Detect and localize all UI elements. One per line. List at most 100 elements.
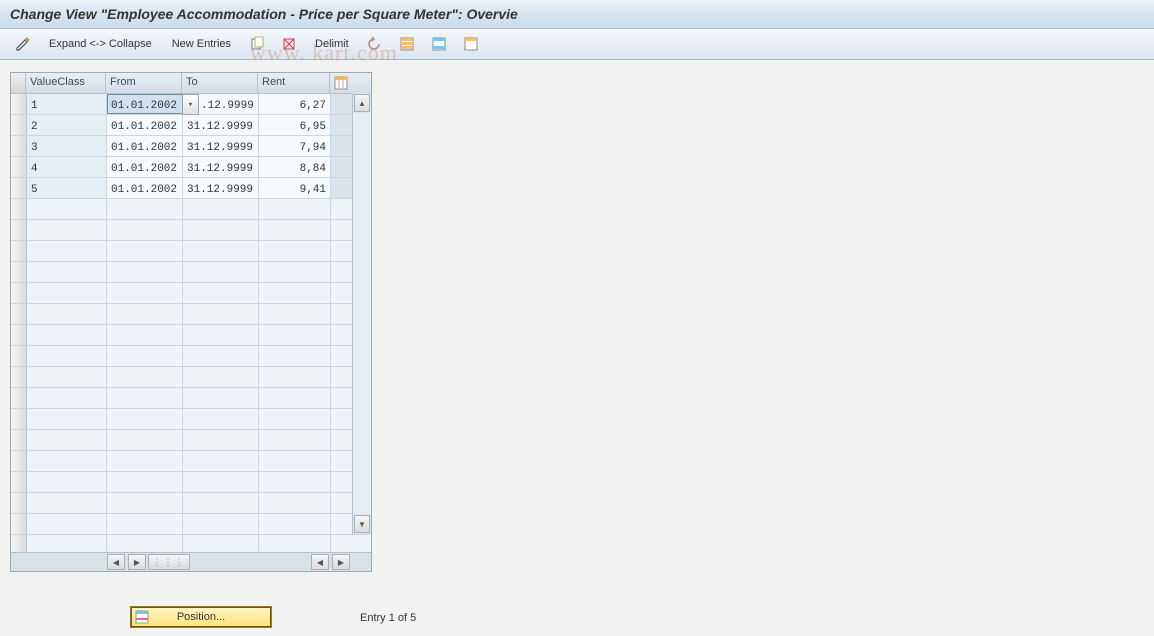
cell-to[interactable]: [183, 220, 259, 240]
position-button[interactable]: Position...: [130, 606, 272, 628]
cell-rent[interactable]: [259, 535, 331, 552]
cell-from[interactable]: 01.01.2002: [107, 157, 183, 177]
cell-rent[interactable]: [259, 451, 331, 471]
cell-rent[interactable]: [259, 199, 331, 219]
cell-to[interactable]: [183, 346, 259, 366]
cell-rent[interactable]: 9,41: [259, 178, 331, 198]
cell-valueclass[interactable]: [27, 514, 107, 534]
cell-rent[interactable]: [259, 367, 331, 387]
col-header-rent[interactable]: Rent: [258, 73, 330, 93]
cell-rent[interactable]: 6,95: [259, 115, 331, 135]
cell-valueclass[interactable]: 4: [27, 157, 107, 177]
row-selector[interactable]: [11, 493, 27, 513]
row-selector[interactable]: [11, 304, 27, 324]
cell-from[interactable]: [107, 535, 183, 552]
cell-to[interactable]: [183, 262, 259, 282]
vertical-scrollbar[interactable]: ▲ ▼: [352, 93, 371, 534]
scroll-left-button-2[interactable]: ◀: [311, 554, 329, 570]
cell-to[interactable]: [183, 451, 259, 471]
copy-button[interactable]: [242, 32, 272, 56]
row-selector[interactable]: [11, 430, 27, 450]
cell-from[interactable]: [107, 199, 183, 219]
cell-from[interactable]: [107, 304, 183, 324]
cell-from[interactable]: 01.01.2002: [107, 136, 183, 156]
col-header-from[interactable]: From: [106, 73, 182, 93]
cell-rent[interactable]: [259, 220, 331, 240]
cell-from[interactable]: [107, 346, 183, 366]
config-button[interactable]: [456, 32, 486, 56]
row-selector[interactable]: [11, 472, 27, 492]
cell-from[interactable]: [107, 388, 183, 408]
row-selector[interactable]: [11, 367, 27, 387]
cell-to[interactable]: [183, 304, 259, 324]
cell-valueclass[interactable]: [27, 472, 107, 492]
toggle-change-display-button[interactable]: [8, 32, 38, 56]
cell-valueclass[interactable]: [27, 451, 107, 471]
cell-to[interactable]: [183, 430, 259, 450]
cell-valueclass[interactable]: 5: [27, 178, 107, 198]
cell-valueclass[interactable]: [27, 220, 107, 240]
cell-from[interactable]: [107, 430, 183, 450]
cell-rent[interactable]: [259, 409, 331, 429]
row-selector[interactable]: [11, 325, 27, 345]
select-all-button[interactable]: [392, 32, 422, 56]
row-selector[interactable]: [11, 262, 27, 282]
cell-to[interactable]: [183, 472, 259, 492]
cell-from[interactable]: [107, 283, 183, 303]
delete-button[interactable]: [274, 32, 304, 56]
table-settings-button[interactable]: [330, 73, 352, 93]
cell-valueclass[interactable]: [27, 346, 107, 366]
cell-to[interactable]: [183, 388, 259, 408]
row-selector[interactable]: [11, 136, 27, 156]
row-selector[interactable]: [11, 199, 27, 219]
scroll-left-button[interactable]: ◀: [107, 554, 125, 570]
cell-valueclass[interactable]: [27, 430, 107, 450]
undo-button[interactable]: [360, 32, 390, 56]
cell-rent[interactable]: [259, 430, 331, 450]
hscroll-thumb[interactable]: ⋮⋮⋮: [148, 554, 190, 570]
cell-to[interactable]: 31.12.9999: [183, 115, 259, 135]
row-selector[interactable]: [11, 115, 27, 135]
delimit-button[interactable]: Delimit: [306, 32, 358, 56]
cell-from[interactable]: 01.01.2002: [107, 94, 183, 114]
scroll-right-button-2[interactable]: ▶: [332, 554, 350, 570]
cell-valueclass[interactable]: 1: [27, 94, 107, 114]
cell-rent[interactable]: 8,84: [259, 157, 331, 177]
cell-to[interactable]: [183, 409, 259, 429]
col-header-to[interactable]: To: [182, 73, 258, 93]
expand-collapse-button[interactable]: Expand <-> Collapse: [40, 32, 161, 56]
cell-from[interactable]: [107, 262, 183, 282]
row-selector[interactable]: [11, 388, 27, 408]
row-selector[interactable]: [11, 283, 27, 303]
cell-from[interactable]: [107, 367, 183, 387]
cell-rent[interactable]: [259, 241, 331, 261]
cell-to[interactable]: [183, 514, 259, 534]
cell-valueclass[interactable]: [27, 283, 107, 303]
cell-from[interactable]: [107, 241, 183, 261]
cell-rent[interactable]: [259, 325, 331, 345]
row-selector[interactable]: [11, 178, 27, 198]
cell-from[interactable]: 01.01.2002: [107, 178, 183, 198]
cell-valueclass[interactable]: 3: [27, 136, 107, 156]
cell-to[interactable]: [183, 535, 259, 552]
row-selector[interactable]: [11, 409, 27, 429]
deselect-all-button[interactable]: [424, 32, 454, 56]
cell-from[interactable]: [107, 409, 183, 429]
col-header-valueclass[interactable]: ValueClass: [26, 73, 106, 93]
cell-rent[interactable]: [259, 388, 331, 408]
scroll-right-button[interactable]: ▶: [128, 554, 146, 570]
cell-valueclass[interactable]: [27, 535, 107, 552]
row-selector[interactable]: [11, 535, 27, 552]
cell-to[interactable]: 31.12.9999: [183, 178, 259, 198]
cell-from[interactable]: [107, 514, 183, 534]
select-all-cell[interactable]: [11, 73, 26, 93]
row-selector[interactable]: [11, 157, 27, 177]
cell-valueclass[interactable]: [27, 304, 107, 324]
cell-rent[interactable]: [259, 283, 331, 303]
cell-valueclass[interactable]: [27, 199, 107, 219]
scroll-track[interactable]: [353, 113, 371, 514]
cell-rent[interactable]: [259, 493, 331, 513]
row-selector[interactable]: [11, 220, 27, 240]
cell-from[interactable]: [107, 451, 183, 471]
cell-rent[interactable]: [259, 262, 331, 282]
